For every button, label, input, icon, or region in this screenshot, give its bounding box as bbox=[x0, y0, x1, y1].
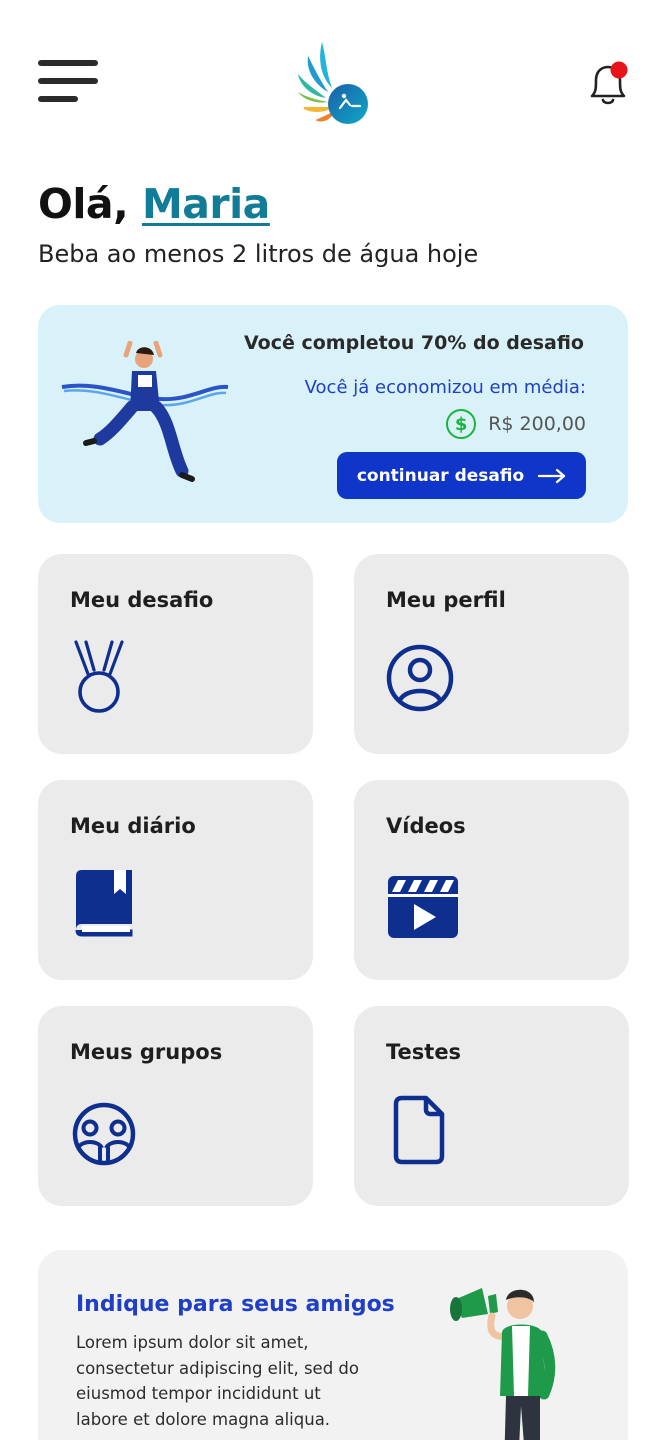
menu-line bbox=[38, 96, 78, 102]
challenge-progress-card: Você completou 70% do desafio Você já ec… bbox=[38, 305, 628, 523]
tile-meu-desafio[interactable]: Meu desafio bbox=[38, 554, 313, 754]
book-icon bbox=[75, 870, 133, 937]
clapperboard-icon bbox=[388, 876, 458, 938]
menu-line bbox=[38, 78, 98, 84]
notification-dot bbox=[610, 61, 628, 79]
tile-label: Meu perfil bbox=[386, 588, 506, 612]
arrow-right-icon bbox=[538, 468, 566, 483]
continue-challenge-label: continuar desafio bbox=[356, 465, 525, 486]
user-name-link[interactable]: Maria bbox=[142, 180, 270, 228]
tile-label: Meus grupos bbox=[70, 1040, 223, 1064]
greeting-title: Olá, Maria bbox=[38, 180, 270, 228]
savings-amount: R$ 200,00 bbox=[488, 413, 586, 435]
invite-friends-card[interactable]: Indique para seus amigos Lorem ipsum dol… bbox=[38, 1250, 628, 1440]
tile-label: Testes bbox=[386, 1040, 462, 1064]
medal-icon bbox=[74, 640, 124, 713]
tile-meus-grupos[interactable]: Meus grupos bbox=[38, 1006, 313, 1206]
continue-challenge-button[interactable]: continuar desafio bbox=[337, 452, 586, 499]
runner-illustration bbox=[61, 341, 229, 482]
tile-meu-perfil[interactable]: Meu perfil bbox=[354, 554, 629, 754]
notification-bell-icon[interactable] bbox=[584, 58, 632, 108]
menu-line bbox=[38, 60, 98, 66]
menu-button[interactable] bbox=[36, 58, 100, 108]
tile-label: Meu desafio bbox=[70, 588, 214, 612]
savings-amount-row: $ R$ 200,00 bbox=[446, 409, 586, 439]
user-circle-icon bbox=[386, 644, 454, 712]
wing-logo-icon bbox=[298, 42, 368, 124]
dollar-icon: $ bbox=[446, 409, 477, 439]
greeting-prefix: Olá, bbox=[38, 180, 142, 228]
tile-label: Meu diário bbox=[70, 814, 196, 838]
app-header bbox=[0, 0, 666, 150]
document-icon bbox=[393, 1095, 445, 1165]
tile-videos[interactable]: Vídeos bbox=[354, 780, 629, 980]
challenge-progress-text: Você completou 70% do desafio bbox=[244, 332, 584, 354]
megaphone-person-illustration bbox=[450, 1288, 556, 1440]
daily-tip: Beba ao menos 2 litros de água hoje bbox=[38, 240, 479, 268]
invite-title: Indique para seus amigos bbox=[76, 1292, 395, 1317]
savings-label: Você já economizou em média: bbox=[304, 377, 586, 398]
tile-testes[interactable]: Testes bbox=[354, 1006, 629, 1206]
invite-description: Lorem ipsum dolor sit amet, consectetur … bbox=[76, 1333, 359, 1429]
tile-label: Vídeos bbox=[386, 814, 466, 838]
group-icon bbox=[72, 1102, 136, 1166]
tile-meu-diario[interactable]: Meu diário bbox=[38, 780, 313, 980]
